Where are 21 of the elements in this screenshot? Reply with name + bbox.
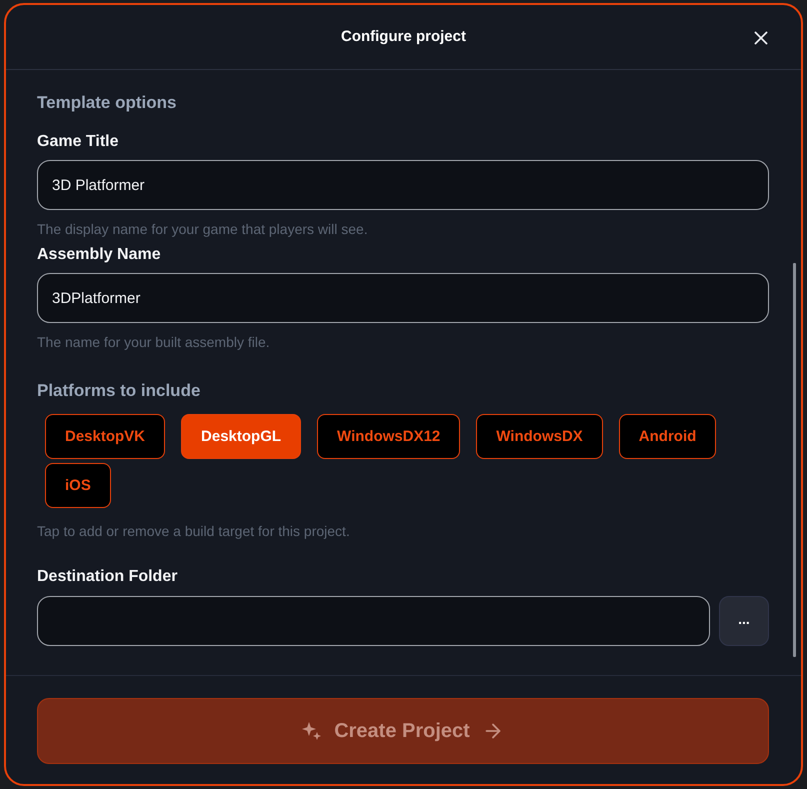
section-title: Platforms to include bbox=[37, 380, 202, 402]
text-field[interactable]: 3DPlatformer bbox=[37, 273, 769, 323]
field-label: Assembly Name bbox=[37, 245, 162, 265]
platform-chip[interactable]: DesktopGL bbox=[181, 414, 302, 459]
dialog-title: Configure project bbox=[340, 27, 466, 47]
platform-chip[interactable]: WindowsDX bbox=[476, 414, 603, 459]
platform-chip[interactable]: WindowsDX12 bbox=[317, 414, 460, 459]
help-text: The name for your built assembly file. bbox=[37, 333, 271, 351]
browse-button[interactable]: ... bbox=[719, 596, 769, 646]
help-text: Tap to add or remove a build target for this project. bbox=[37, 522, 351, 540]
platform-chip[interactable]: Android bbox=[618, 414, 716, 459]
field-label: Destination Folder bbox=[37, 567, 178, 587]
sparkles-icon bbox=[302, 721, 322, 741]
scrollbar-thumb[interactable] bbox=[793, 263, 796, 657]
help-text: The display name for your game that players will see. bbox=[37, 220, 369, 238]
field-label: Game Title bbox=[37, 132, 120, 152]
platform-chip[interactable]: DesktopVK bbox=[45, 414, 166, 459]
folder-field[interactable] bbox=[37, 596, 710, 646]
section-title: Template options bbox=[37, 92, 178, 114]
platform-chip[interactable]: iOS bbox=[45, 463, 111, 508]
text-field[interactable]: 3D Platformer bbox=[37, 160, 769, 210]
